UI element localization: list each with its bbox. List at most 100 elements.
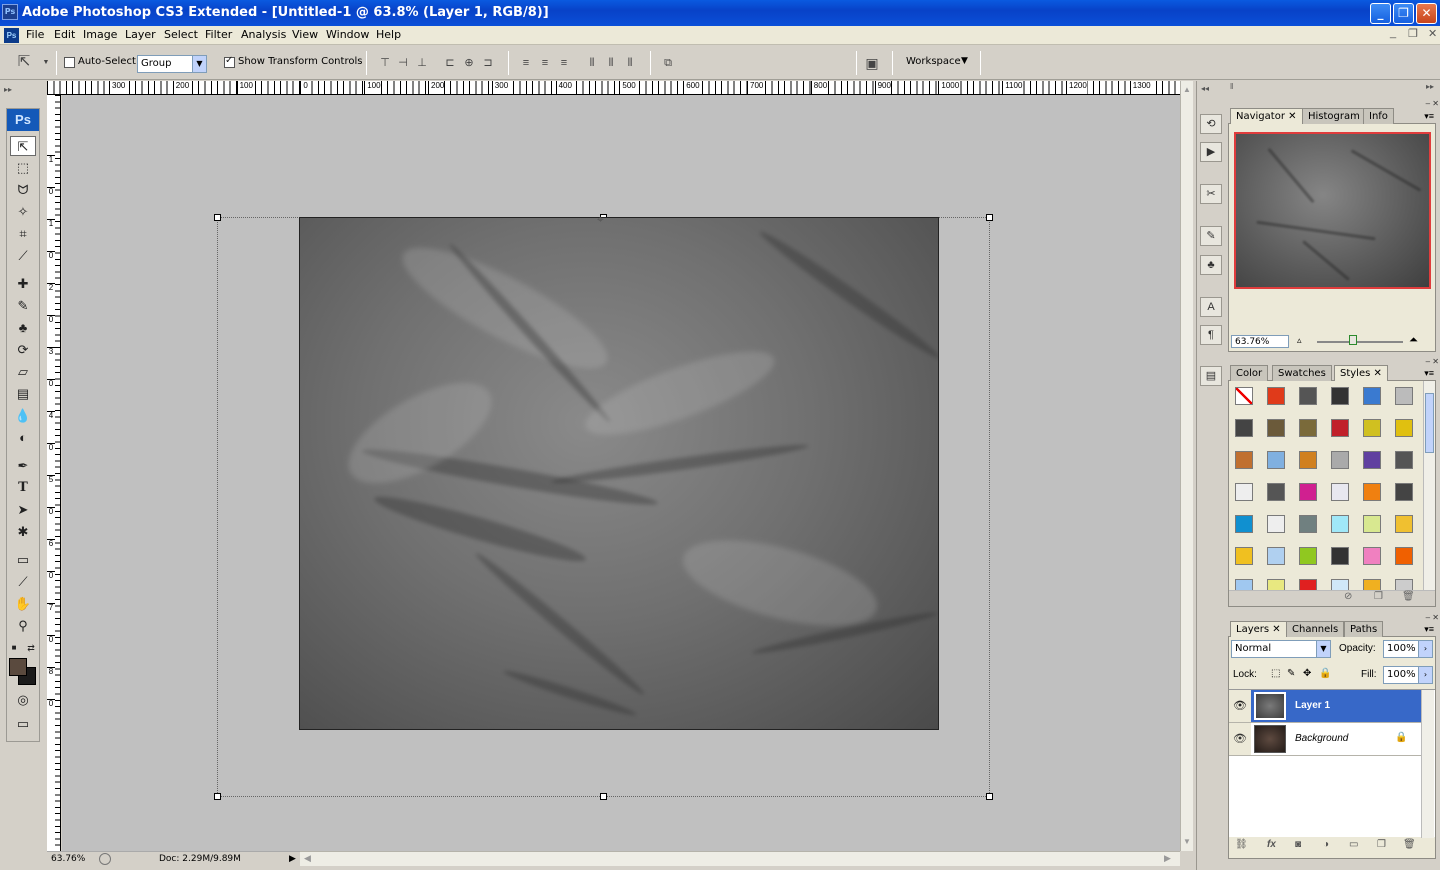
scroll-left-icon[interactable]: ◀ xyxy=(304,853,311,864)
path-selection-icon[interactable]: ➤ xyxy=(10,500,36,520)
zoom-level[interactable]: 63.76% xyxy=(51,852,85,866)
style-swatch[interactable] xyxy=(1395,515,1413,533)
tab-layers[interactable]: Layers ✕ xyxy=(1230,621,1287,638)
align-hcenter-icon[interactable]: ⊕ xyxy=(461,55,477,71)
style-swatch[interactable] xyxy=(1299,547,1317,565)
menu-filter[interactable]: Filter xyxy=(205,28,232,41)
style-swatch[interactable] xyxy=(1299,419,1317,437)
distribute-bottom-icon[interactable]: ≡ xyxy=(556,55,572,71)
scroll-down-icon[interactable]: ▼ xyxy=(1183,837,1191,846)
eye-icon[interactable]: 👁 xyxy=(1229,690,1251,722)
screen-mode-icon[interactable]: ▭ xyxy=(10,714,36,734)
panel-menu-icon[interactable]: ▾≡ xyxy=(1424,624,1434,635)
lock-all-icon[interactable]: 🔒 xyxy=(1319,668,1331,679)
type-tool-icon[interactable]: T xyxy=(10,478,36,498)
align-vcenter-icon[interactable]: ⊣ xyxy=(395,55,411,71)
tab-swatches[interactable]: Swatches xyxy=(1272,365,1332,381)
style-swatch[interactable] xyxy=(1299,387,1317,405)
menu-window[interactable]: Window xyxy=(326,28,369,41)
layer-name[interactable]: Layer 1 xyxy=(1295,700,1330,711)
align-left-icon[interactable]: ⊏ xyxy=(442,55,458,71)
crop-tool-icon[interactable]: ⌗ xyxy=(10,224,36,244)
menu-image[interactable]: Image xyxy=(83,28,117,41)
quick-mask-icon[interactable]: ◎ xyxy=(10,690,36,710)
layer-style-icon[interactable]: fx xyxy=(1267,839,1276,850)
workspace-button[interactable]: Workspace xyxy=(906,56,961,67)
style-swatch[interactable] xyxy=(1235,387,1253,405)
style-swatch[interactable] xyxy=(1267,547,1285,565)
transform-handle[interactable] xyxy=(214,214,221,221)
adjustment-layer-icon[interactable]: ◑ xyxy=(1323,839,1329,850)
layers-scrollbar[interactable] xyxy=(1421,690,1434,838)
navigator-zoom-input[interactable]: 63.76% xyxy=(1231,335,1289,348)
lock-transparent-icon[interactable]: ⬚ xyxy=(1271,668,1280,679)
distribute-top-icon[interactable]: ≡ xyxy=(518,55,534,71)
layer-mask-icon[interactable]: ◙ xyxy=(1295,839,1301,850)
align-top-icon[interactable]: ⊤ xyxy=(377,55,393,71)
fill-input[interactable]: 100% › xyxy=(1383,666,1433,684)
style-swatch[interactable] xyxy=(1331,387,1349,405)
eraser-tool-icon[interactable]: ▱ xyxy=(10,362,36,382)
menu-select[interactable]: Select xyxy=(164,28,198,41)
style-swatch[interactable] xyxy=(1267,419,1285,437)
style-swatch[interactable] xyxy=(1395,451,1413,469)
blur-tool-icon[interactable]: 💧 xyxy=(10,406,36,426)
doc-restore-button[interactable]: ❐ xyxy=(1408,27,1418,40)
scroll-right-icon[interactable]: ▶ xyxy=(1164,853,1171,864)
magic-wand-tool-icon[interactable]: ✧ xyxy=(10,202,36,222)
transform-handle[interactable] xyxy=(600,793,607,800)
new-style-icon[interactable]: ❐ xyxy=(1374,591,1383,602)
eye-icon[interactable]: 👁 xyxy=(1229,723,1251,755)
history-brush-icon[interactable]: ⟳ xyxy=(10,340,36,360)
styles-scrollbar[interactable] xyxy=(1423,381,1435,591)
pen-tool-icon[interactable]: ✒ xyxy=(10,456,36,476)
zoom-slider-thumb[interactable] xyxy=(1349,335,1357,345)
style-swatch[interactable] xyxy=(1235,547,1253,565)
menu-analysis[interactable]: Analysis xyxy=(241,28,286,41)
hand-tool-icon[interactable]: ✋ xyxy=(10,594,36,614)
minimize-button[interactable]: _ xyxy=(1370,3,1391,24)
marquee-tool-icon[interactable]: ⬚ xyxy=(10,158,36,178)
collapse-arrows-icon[interactable]: ▸▸ xyxy=(4,85,12,94)
auto-select-checkbox[interactable] xyxy=(64,57,75,68)
default-colors-icon[interactable]: ■ xyxy=(8,638,20,658)
swap-colors-icon[interactable]: ⇄ xyxy=(25,638,37,658)
preset-dropdown-icon[interactable]: ▼ xyxy=(38,55,54,71)
zoom-in-icon[interactable]: ⏶ xyxy=(1409,334,1418,347)
menu-help[interactable]: Help xyxy=(376,28,401,41)
menu-view[interactable]: View xyxy=(292,28,318,41)
status-icon[interactable] xyxy=(99,853,111,865)
doc-close-button[interactable]: ✕ xyxy=(1428,27,1437,40)
align-right-icon[interactable]: ⊐ xyxy=(480,55,496,71)
bridge-icon[interactable]: ▣ xyxy=(864,55,880,71)
transform-handle[interactable] xyxy=(214,793,221,800)
align-bottom-icon[interactable]: ⊥ xyxy=(414,55,430,71)
expand-dock-icon[interactable]: ◂◂ xyxy=(1201,84,1209,93)
tab-styles[interactable]: Styles ✕ xyxy=(1334,365,1388,382)
style-swatch[interactable] xyxy=(1395,547,1413,565)
style-swatch[interactable] xyxy=(1395,419,1413,437)
style-swatch[interactable] xyxy=(1395,387,1413,405)
auto-align-layers-icon[interactable]: ⧉ xyxy=(660,55,676,71)
style-swatch[interactable] xyxy=(1235,483,1253,501)
zoom-slider-track[interactable] xyxy=(1317,341,1403,343)
paragraph-panel-icon[interactable]: ¶ xyxy=(1200,325,1222,345)
distribute-vcenter-icon[interactable]: ≡ xyxy=(537,55,553,71)
healing-brush-icon[interactable]: ✚ xyxy=(10,274,36,294)
style-swatch[interactable] xyxy=(1331,419,1349,437)
character-panel-icon[interactable]: A xyxy=(1200,297,1222,317)
tab-color[interactable]: Color xyxy=(1230,365,1269,381)
style-swatch[interactable] xyxy=(1235,515,1253,533)
panel-collapse-grip[interactable]: ‖ xyxy=(1230,82,1233,91)
tab-histogram[interactable]: Histogram xyxy=(1302,108,1366,124)
style-swatch[interactable] xyxy=(1267,387,1285,405)
horizontal-scrollbar[interactable]: ◀ ▶ xyxy=(300,851,1180,866)
style-swatch[interactable] xyxy=(1267,483,1285,501)
style-swatch[interactable] xyxy=(1363,515,1381,533)
layer-row-background[interactable]: 👁 Background 🔒 xyxy=(1229,723,1421,756)
workspace-dropdown-icon[interactable]: ▼ xyxy=(961,56,968,66)
photoshop-logo[interactable]: Ps xyxy=(7,109,39,131)
panel-collapse-icon[interactable]: ▸▸ xyxy=(1426,82,1434,91)
style-swatch[interactable] xyxy=(1331,515,1349,533)
shape-tool-icon[interactable]: ✱ xyxy=(10,522,36,542)
